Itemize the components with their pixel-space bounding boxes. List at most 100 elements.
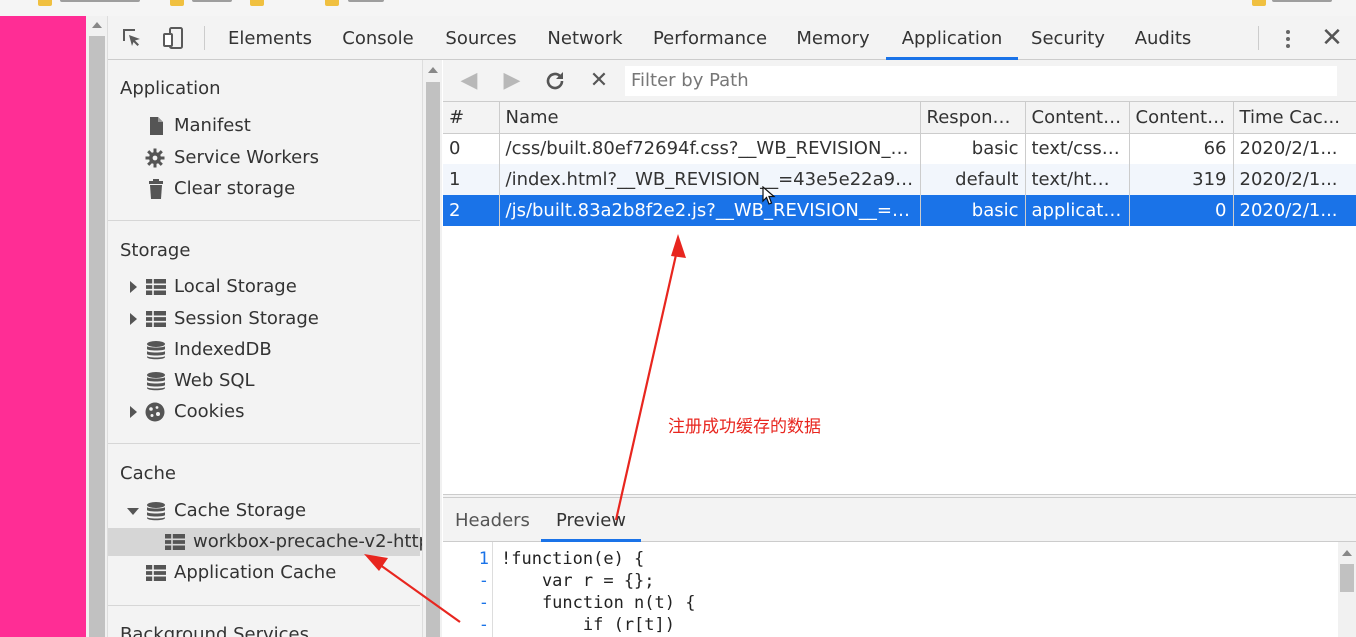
expand-arrow-icon[interactable] xyxy=(130,406,137,418)
bookmark-folder-icon[interactable] xyxy=(1252,0,1266,6)
tab-application[interactable]: Application xyxy=(886,16,1018,60)
tab-preview[interactable]: Preview xyxy=(541,498,641,542)
expand-arrow-icon[interactable] xyxy=(130,313,137,325)
database-icon xyxy=(147,502,165,521)
tab-performance[interactable]: Performance xyxy=(648,16,772,60)
next-page-icon[interactable]: ▶ xyxy=(500,69,524,93)
section-divider xyxy=(108,605,420,606)
scroll-up-icon[interactable] xyxy=(428,67,438,73)
column-header-content-type[interactable]: Content-... xyxy=(1025,102,1130,134)
document-icon xyxy=(150,117,163,135)
scrollbar-thumb[interactable] xyxy=(89,36,105,637)
sidebar-item-service-workers[interactable]: Service Workers xyxy=(108,144,420,172)
tab-console[interactable]: Console xyxy=(334,16,422,60)
tab-sources[interactable]: Sources xyxy=(438,16,524,60)
scrollbar-thumb[interactable] xyxy=(1340,564,1354,592)
sidebar-item-label: Clear storage xyxy=(174,178,296,199)
tab-network[interactable]: Network xyxy=(540,16,630,60)
tab-elements[interactable]: Elements xyxy=(222,16,318,60)
delete-entry-icon[interactable]: ✕ xyxy=(587,69,611,93)
bookmark-folder-icon[interactable] xyxy=(38,0,52,6)
sidebar-item-label: Web SQL xyxy=(174,370,255,391)
inspect-element-icon[interactable] xyxy=(120,26,144,50)
cell-index: 1 xyxy=(443,164,500,195)
section-header-background-services: Background Services xyxy=(120,624,310,637)
line-number: - xyxy=(478,615,489,635)
sidebar-item-manifest[interactable]: Manifest xyxy=(108,112,420,140)
section-header-cache: Cache xyxy=(120,463,176,484)
column-header-content-length[interactable]: Content-... xyxy=(1129,102,1234,134)
column-header-index[interactable]: # xyxy=(443,102,500,134)
table-row[interactable]: 1 /index.html?__WB_REVISION__=43e5e22a91… xyxy=(443,164,1356,195)
preview-scrollbar[interactable] xyxy=(1338,542,1356,637)
trash-icon xyxy=(149,179,163,199)
page-scrollbar[interactable] xyxy=(86,16,108,637)
sidebar-item-indexeddb[interactable]: IndexedDB xyxy=(108,336,420,364)
bookmark-label xyxy=(60,0,140,2)
tab-audits[interactable]: Audits xyxy=(1130,16,1196,60)
table-row-selected[interactable]: 2 /js/built.83a2b8f2e2.js?__WB_REVISION_… xyxy=(443,195,1356,226)
bookmark-folder-icon[interactable] xyxy=(325,0,339,6)
sidebar-item-cookies[interactable]: Cookies xyxy=(108,398,420,426)
cell-response-type: default xyxy=(920,164,1026,195)
previous-page-icon[interactable]: ◀ xyxy=(457,69,481,93)
more-options-icon[interactable] xyxy=(1280,28,1296,50)
section-header-storage: Storage xyxy=(120,240,191,261)
cell-response-type: basic xyxy=(920,133,1026,164)
sidebar-item-cache-storage[interactable]: Cache Storage xyxy=(108,497,420,525)
cell-content-length: 66 xyxy=(1129,133,1234,164)
sidebar-item-label: IndexedDB xyxy=(174,339,272,360)
sidebar-item-label: Cache Storage xyxy=(174,500,307,521)
column-header-response-type[interactable]: Respons... xyxy=(920,102,1026,134)
application-sidebar: Application Manifest Service Workers Cle… xyxy=(108,60,442,637)
code-line: function n(t) { xyxy=(501,593,696,613)
code-line: if (r[t]) xyxy=(501,615,675,635)
collapse-arrow-icon[interactable] xyxy=(127,508,139,515)
toolbar-divider xyxy=(204,26,205,50)
column-header-time-cached[interactable]: Time Cac... xyxy=(1233,102,1356,134)
column-header-name[interactable]: Name xyxy=(499,102,921,134)
scroll-up-icon[interactable] xyxy=(92,22,102,28)
cell-index: 0 xyxy=(443,133,500,164)
database-icon xyxy=(147,372,165,391)
expand-arrow-icon[interactable] xyxy=(130,281,137,293)
cell-content-type: applicati... xyxy=(1025,195,1130,226)
refresh-icon[interactable] xyxy=(543,69,567,93)
sidebar-item-workbox-precache[interactable]: workbox-precache-v2-http: xyxy=(108,528,436,556)
cache-toolbar: ◀ ▶ ✕ Filter by Path xyxy=(443,60,1356,102)
sidebar-item-web-sql[interactable]: Web SQL xyxy=(108,367,420,395)
sidebar-item-clear-storage[interactable]: Clear storage xyxy=(108,175,420,203)
line-number: - xyxy=(478,571,489,591)
database-icon xyxy=(147,341,165,360)
sidebar-scrollbar[interactable] xyxy=(422,60,442,637)
bookmark-label xyxy=(1272,0,1332,2)
device-toolbar-icon[interactable] xyxy=(162,26,186,50)
sidebar-item-session-storage[interactable]: Session Storage xyxy=(108,305,420,333)
cell-name: /css/built.80ef72694f.css?__WB_REVISION_… xyxy=(499,133,921,164)
line-number: 1 xyxy=(478,549,489,569)
tab-memory[interactable]: Memory xyxy=(788,16,878,60)
filter-path-input[interactable]: Filter by Path xyxy=(625,66,1337,96)
tab-headers[interactable]: Headers xyxy=(455,498,530,542)
bookmark-label xyxy=(348,0,384,2)
sidebar-item-application-cache[interactable]: Application Cache xyxy=(108,559,420,587)
bookmarks-bar xyxy=(0,0,1356,16)
sidebar-item-label: Manifest xyxy=(174,115,251,136)
sidebar-item-local-storage[interactable]: Local Storage xyxy=(108,273,420,301)
cell-index: 2 xyxy=(443,195,500,226)
scroll-up-icon[interactable] xyxy=(1342,550,1352,556)
grid-icon xyxy=(146,565,166,581)
line-number-gutter: 1 - - - xyxy=(443,542,493,637)
entry-detail-tabs: Headers Preview xyxy=(443,498,1356,542)
bookmark-label xyxy=(192,0,232,2)
bookmark-folder-icon[interactable] xyxy=(250,0,264,6)
devtools-panel: Elements Console Sources Network Perform… xyxy=(108,16,1356,637)
bookmark-folder-icon[interactable] xyxy=(170,0,184,6)
mouse-cursor-icon xyxy=(762,186,776,205)
table-row[interactable]: 0 /css/built.80ef72694f.css?__WB_REVISIO… xyxy=(443,133,1356,164)
sidebar-item-label: Application Cache xyxy=(174,562,337,583)
tab-security[interactable]: Security xyxy=(1026,16,1110,60)
close-devtools-icon[interactable]: ✕ xyxy=(1320,24,1344,52)
gear-icon xyxy=(145,148,165,168)
scrollbar-thumb[interactable] xyxy=(426,82,440,637)
